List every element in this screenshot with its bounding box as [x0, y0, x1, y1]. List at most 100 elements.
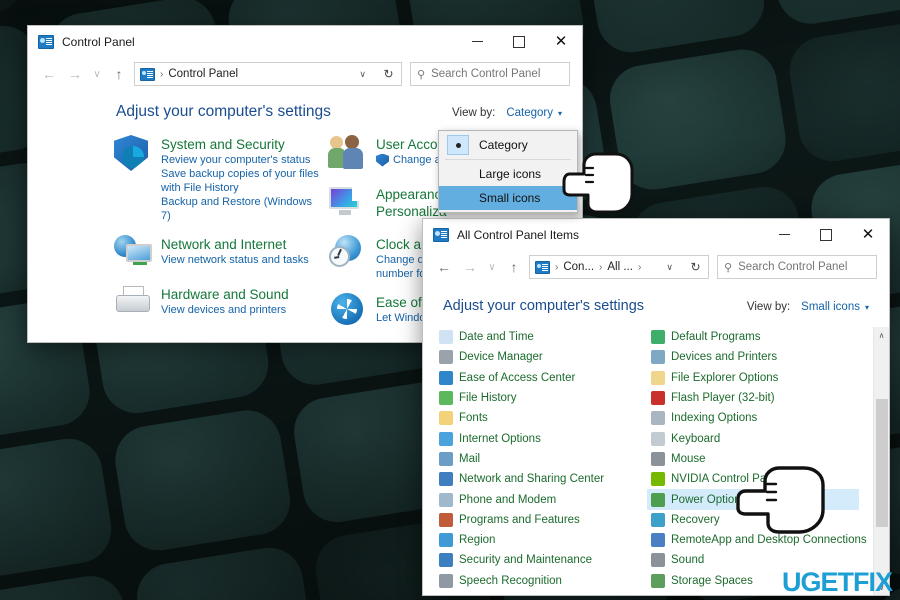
window1-controls[interactable]: ✕ — [456, 26, 582, 57]
menu-item-category[interactable]: Category — [439, 133, 577, 157]
control-panel-item[interactable]: Devices and Printers — [647, 347, 859, 367]
control-panel-item[interactable]: Indexing Options — [647, 408, 859, 428]
refresh-button[interactable]: ↻ — [683, 255, 709, 279]
recent-locations-button[interactable]: ∨ — [88, 61, 106, 87]
menu-item-small-icons[interactable]: Small icons — [439, 186, 577, 210]
category-hardware-and-sound[interactable]: Hardware and Sound View devices and prin… — [114, 285, 319, 323]
control-panel-item[interactable]: Mail — [435, 449, 647, 469]
control-panel-item[interactable]: Programs and Features — [435, 510, 647, 530]
search-input[interactable]: ⚲ Search Control Panel — [410, 62, 570, 86]
forward-button[interactable]: → — [457, 254, 483, 280]
breadcrumb-item[interactable]: All ... — [607, 261, 633, 273]
devices-printers-icon — [651, 350, 665, 365]
view-by-value: Category — [506, 107, 553, 119]
control-panel-item[interactable]: Keyboard — [647, 428, 859, 448]
view-by-control[interactable]: View by: Category ▾ — [452, 105, 566, 121]
back-button[interactable]: ← — [431, 254, 457, 280]
control-panel-item[interactable]: Flash Player (32-bit) — [647, 388, 859, 408]
breadcrumb-separator: › — [160, 68, 164, 80]
window2-titlebar[interactable]: All Control Panel Items ✕ — [423, 219, 889, 250]
scrollbar-thumb[interactable] — [876, 399, 888, 527]
menu-item-large-icons[interactable]: Large icons — [439, 162, 577, 186]
chevron-down-icon[interactable]: ∨ — [658, 262, 681, 273]
close-button[interactable]: ✕ — [540, 26, 582, 57]
back-button[interactable]: ← — [36, 61, 62, 87]
window2-heading-row: Adjust your computer's settings View by:… — [423, 284, 889, 315]
recent-locations-button[interactable]: ∨ — [483, 254, 501, 280]
control-panel-item[interactable]: Ease of Access Center — [435, 368, 647, 388]
window2-toolbar[interactable]: ← → ∨ ↑ › Con... › All ... › ∨ ↻ ⚲ Searc… — [423, 250, 889, 284]
address-control-panel-icon — [140, 67, 155, 81]
address-bar[interactable]: › Con... › All ... › ∨ — [529, 255, 684, 279]
control-panel-item[interactable]: Region — [435, 530, 647, 550]
breadcrumb-item[interactable]: Control Panel — [168, 68, 238, 80]
forward-button[interactable]: → — [62, 61, 88, 87]
category-link[interactable]: View devices and printers — [161, 303, 289, 317]
breadcrumb-item[interactable]: Con... — [563, 261, 594, 273]
close-button[interactable]: ✕ — [847, 219, 889, 250]
control-panel-item[interactable]: Network and Sharing Center — [435, 469, 647, 489]
appearance-icon — [329, 185, 369, 223]
maximize-button[interactable] — [498, 26, 540, 57]
control-panel-item[interactable]: Security and Maintenance — [435, 550, 647, 570]
category-link[interactable]: View network status and tasks — [161, 253, 309, 267]
minimize-button[interactable] — [763, 219, 805, 250]
category-network-and-internet[interactable]: Network and Internet View network status… — [114, 235, 319, 273]
sound-icon — [651, 553, 665, 568]
items-columns: Date and Time Device Manager Ease of Acces… — [423, 327, 873, 595]
window2-controls[interactable]: ✕ — [763, 219, 889, 250]
control-panel-item[interactable]: Fonts — [435, 408, 647, 428]
refresh-button[interactable]: ↻ — [376, 62, 402, 86]
phone-modem-icon — [439, 492, 453, 507]
control-panel-item[interactable]: File History — [435, 388, 647, 408]
control-panel-item[interactable]: Device Manager — [435, 347, 647, 367]
ease-of-access-icon — [439, 370, 453, 385]
up-button[interactable]: ↑ — [501, 254, 527, 280]
control-panel-item-label: Indexing Options — [671, 412, 758, 425]
category-system-and-security[interactable]: System and Security Review your computer… — [114, 135, 319, 223]
hand-cursor-small-icons — [562, 152, 634, 214]
control-panel-item-label: Phone and Modem — [459, 493, 557, 506]
control-panel-item[interactable]: Default Programs — [647, 327, 859, 347]
control-panel-item[interactable]: File Explorer Options — [647, 368, 859, 388]
category-title[interactable]: Hardware and Sound — [161, 286, 289, 303]
category-title[interactable]: System and Security — [161, 136, 319, 153]
address-bar[interactable]: › Control Panel ∨ — [134, 62, 377, 86]
chevron-down-icon[interactable]: ∨ — [351, 69, 374, 80]
view-by-dropdown[interactable]: Small icons ▾ — [797, 299, 873, 315]
category-title[interactable]: Network and Internet — [161, 236, 309, 253]
control-panel-item[interactable]: Phone and Modem — [435, 489, 647, 509]
default-programs-icon — [651, 330, 665, 345]
ease-of-access-icon — [329, 293, 367, 331]
minimize-button[interactable] — [456, 26, 498, 57]
control-panel-item-label: Mail — [459, 452, 481, 465]
watermark-text: UGETFIX — [781, 567, 893, 597]
control-panel-item-label: Storage Spaces — [671, 574, 753, 587]
category-link[interactable]: Review your computer's status — [161, 153, 319, 167]
window1-toolbar[interactable]: ← → ∨ ↑ › Control Panel ∨ ↻ ⚲ Search Con… — [28, 57, 582, 91]
category-link[interactable]: Save backup copies of your files with Fi… — [161, 167, 319, 195]
search-placeholder: Search Control Panel — [431, 68, 541, 80]
control-panel-item[interactable]: Date and Time — [435, 327, 647, 347]
all-control-panel-items-window[interactable]: All Control Panel Items ✕ ← → ∨ ↑ › Con.… — [422, 218, 890, 596]
window2-title: All Control Panel Items — [457, 227, 580, 242]
up-button[interactable]: ↑ — [106, 61, 132, 87]
view-by-control[interactable]: View by: Small icons ▾ — [747, 299, 873, 315]
menu-item-label: Category — [479, 138, 528, 152]
network-globe-icon — [114, 235, 152, 273]
window1-titlebar[interactable]: Control Panel ✕ — [28, 26, 582, 57]
vertical-scrollbar[interactable]: ∧ ∨ — [873, 327, 889, 595]
control-panel-item[interactable]: Speech Recognition — [435, 571, 647, 591]
storage-spaces-icon — [651, 573, 665, 588]
search-input[interactable]: ⚲ Search Control Panel — [717, 255, 877, 279]
category-link[interactable]: Backup and Restore (Windows 7) — [161, 195, 319, 223]
maximize-button[interactable] — [805, 219, 847, 250]
control-panel-icon — [38, 34, 54, 49]
control-panel-item[interactable]: Internet Options — [435, 428, 647, 448]
menu-item-label: Small icons — [479, 191, 541, 205]
flash-player-icon — [651, 391, 665, 406]
view-by-dropdown-menu[interactable]: Category Large icons Small icons — [438, 130, 578, 213]
power-options-icon — [651, 492, 665, 507]
view-by-dropdown[interactable]: Category ▾ — [502, 105, 566, 121]
scroll-up-arrow[interactable]: ∧ — [879, 327, 885, 343]
